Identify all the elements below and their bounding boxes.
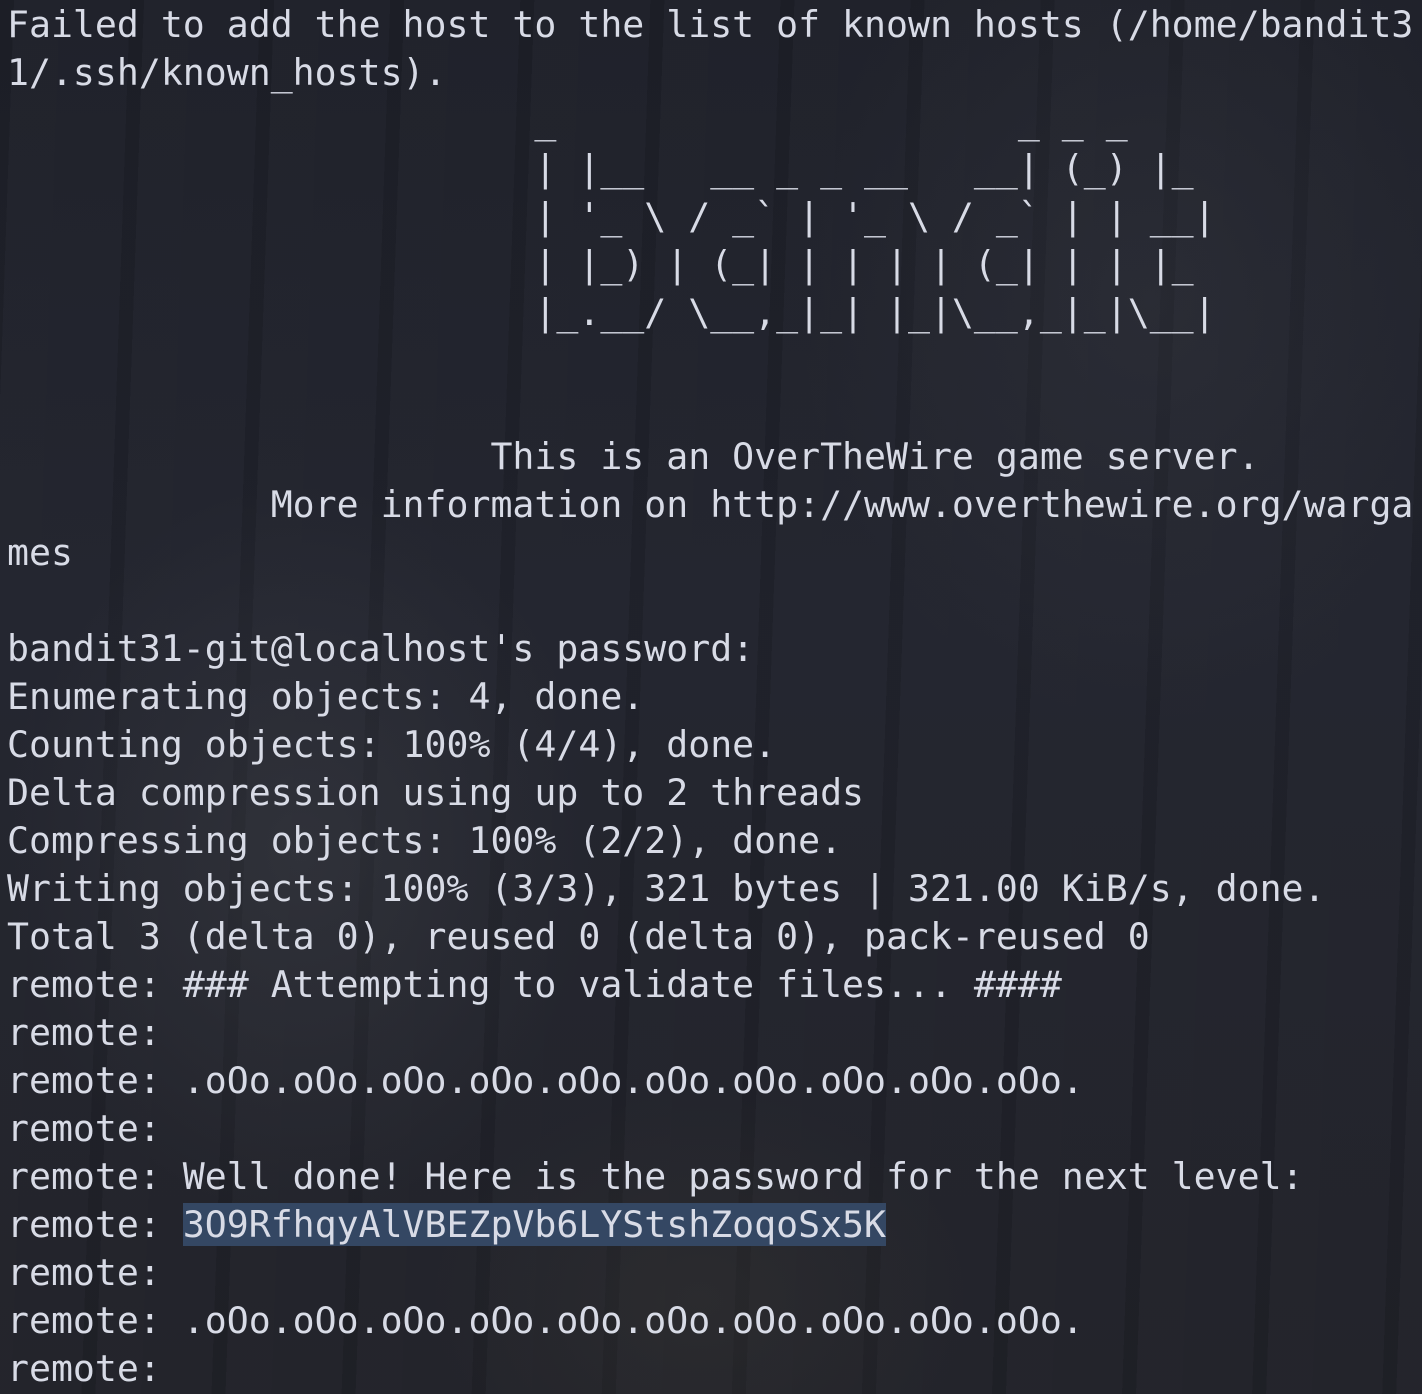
remote-output-line: remote: [7, 1107, 161, 1150]
banner-art-line: | |_) | (_| | | | | (_| | | |_ [7, 243, 1194, 286]
server-notice-line: This is an OverTheWire game server. [7, 435, 1260, 478]
remote-output-line: remote: .oOo.oOo.oOo.oOo.oOo.oOo.oOo.oOo… [7, 1299, 1084, 1342]
password-prompt-line: bandit31-git@localhost's password: [7, 627, 755, 670]
terminal-line: 1/.ssh/known_hosts). [7, 51, 447, 94]
remote-output-line: remote: .oOo.oOo.oOo.oOo.oOo.oOo.oOo.oOo… [7, 1059, 1084, 1102]
banner-art-line: |_.__/ \__,_|_| |_|\__,_|_|\__| [7, 291, 1216, 334]
git-output-line: Counting objects: 100% (4/4), done. [7, 723, 777, 766]
selected-password-text[interactable]: 3O9RfhqyAlVBEZpVb6LYStshZoqoSx5K [182, 1203, 887, 1246]
password-line: remote: 3O9RfhqyAlVBEZpVb6LYStshZoqoSx5K [7, 1201, 1422, 1249]
server-info-line: More information on http://www.overthewi… [7, 483, 1414, 526]
remote-output-line: remote: [7, 1251, 161, 1294]
remote-output-line: remote: [7, 1011, 161, 1054]
git-output-line: Delta compression using up to 2 threads [7, 771, 865, 814]
banner-art-line: _ _ _ _ [7, 99, 1128, 142]
remote-output-line: remote: [7, 1347, 161, 1390]
banner-art-line: | '_ \ / _` | '_ \ / _` | | __| [7, 195, 1216, 238]
git-output-line: Enumerating objects: 4, done. [7, 675, 645, 718]
terminal-window[interactable]: Failed to add the host to the list of kn… [0, 0, 1422, 1394]
git-output-line: Total 3 (delta 0), reused 0 (delta 0), p… [7, 915, 1150, 958]
remote-output-line: remote: ### Attempting to validate files… [7, 963, 1062, 1006]
banner-art-line: | |__ __ _ _ __ __| (_) |_ [7, 147, 1194, 190]
git-output-line: Compressing objects: 100% (2/2), done. [7, 819, 843, 862]
remote-output-line: remote: Well done! Here is the password … [7, 1155, 1304, 1198]
terminal-line: Failed to add the host to the list of kn… [7, 3, 1414, 46]
server-info-line: mes [7, 531, 73, 574]
password-line-prefix: remote: [7, 1203, 183, 1246]
git-output-line: Writing objects: 100% (3/3), 321 bytes |… [7, 867, 1326, 910]
